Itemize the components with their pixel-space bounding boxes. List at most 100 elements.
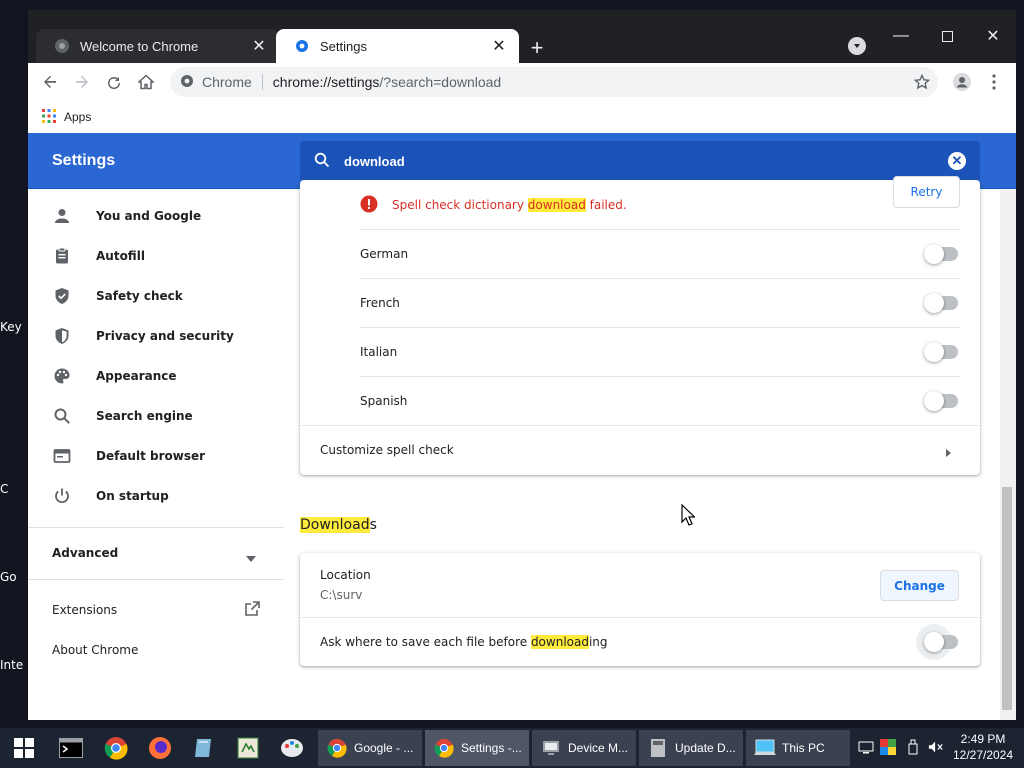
settings-search-input[interactable]: download ✕ (300, 141, 980, 181)
firefox-icon[interactable] (146, 734, 174, 762)
tab-settings[interactable]: Settings ✕ (276, 29, 519, 63)
sidebar-about-chrome[interactable]: About Chrome (52, 643, 138, 657)
settings-sidebar: You and Google Autofill Safety check Pri… (28, 190, 284, 720)
terminal-icon[interactable] (57, 734, 85, 762)
close-icon[interactable]: ✕ (489, 36, 509, 56)
taskbar-app-settings[interactable]: Settings -... (425, 730, 529, 766)
new-tab-button[interactable]: + (525, 35, 549, 60)
chrome-icon (326, 737, 348, 759)
tab-label: Welcome to Chrome (80, 38, 199, 54)
sidebar-item-privacy[interactable]: Privacy and security (52, 316, 272, 356)
italian-toggle[interactable] (924, 342, 958, 362)
sidebar-item-label: Search engine (96, 409, 193, 423)
windows-start-icon[interactable] (10, 734, 38, 762)
shield-icon (52, 326, 72, 346)
forward-arrow-icon[interactable] (70, 70, 94, 94)
url-host: chrome://settings (272, 74, 380, 90)
tab-welcome[interactable]: Welcome to Chrome ✕ (36, 29, 279, 63)
paint-app-icon[interactable] (278, 734, 306, 762)
more-menu-icon[interactable] (982, 70, 1006, 94)
taskbar-app-label: This PC (782, 741, 825, 755)
spellcheck-error-row: Spell check dictionary download failed. … (300, 176, 980, 220)
sidebar-item-appearance[interactable]: Appearance (52, 356, 272, 396)
mouse-cursor-icon (681, 503, 696, 529)
sidebar-item-default-browser[interactable]: Default browser (52, 436, 272, 476)
sidebar-item-safety-check[interactable]: Safety check (52, 276, 272, 316)
settings-main: Spell check dictionary download failed. … (284, 176, 1016, 720)
person-icon (52, 206, 72, 226)
window-close-icon[interactable]: ✕ (978, 26, 1008, 46)
home-icon[interactable] (134, 70, 158, 94)
taskbar-app-label: Update D... (675, 741, 736, 755)
address-bar[interactable]: Chrome chrome://settings/?search=downloa… (170, 67, 938, 97)
toggle-knob (924, 293, 944, 313)
apps-bookmark[interactable]: Apps (64, 110, 91, 124)
taskbar-clock[interactable]: 2:49 PM 12/27/2024 (950, 731, 1016, 763)
chrome-icon[interactable] (102, 734, 130, 762)
site-info-icon[interactable] (180, 74, 194, 91)
tab-search-icon[interactable] (848, 37, 866, 55)
sidebar-item-label: Default browser (96, 449, 206, 463)
clear-search-icon[interactable]: ✕ (948, 152, 966, 170)
usb-icon[interactable] (905, 738, 921, 756)
bookmarks-bar: Apps (28, 101, 1016, 133)
page-scrollbar[interactable] (1000, 190, 1016, 720)
update-icon (647, 737, 669, 759)
editor-app-icon[interactable] (234, 734, 262, 762)
taskbar-app-device-manager[interactable]: Device M... (532, 730, 636, 766)
taskbar-app-update-drivers[interactable]: Update D... (639, 730, 743, 766)
sidebar-item-autofill[interactable]: Autofill (52, 236, 272, 276)
ask-where-to-save-label: Ask where to save each file before downl… (320, 635, 608, 649)
tab-label: Settings (320, 38, 367, 54)
bookmark-star-icon[interactable] (910, 70, 934, 94)
language-row-italian: Italian (300, 328, 980, 376)
ask-where-to-save-toggle[interactable] (924, 632, 958, 652)
power-icon (52, 486, 72, 506)
taskbar-app-this-pc[interactable]: This PC (746, 730, 850, 766)
browser-toolbar: Chrome chrome://settings/?search=downloa… (28, 63, 1016, 101)
location-row: Location C:\surv Change (300, 553, 980, 617)
language-label: Italian (360, 345, 398, 359)
language-row-french: French (300, 279, 980, 327)
french-toggle[interactable] (924, 293, 958, 313)
open-in-new-icon[interactable] (244, 601, 260, 620)
settings-gear-icon (294, 38, 310, 54)
sidebar-item-search-engine[interactable]: Search engine (52, 396, 272, 436)
sidebar-divider (28, 579, 284, 580)
location-value: C:\surv (320, 588, 363, 602)
sidebar-item-label: Autofill (96, 249, 145, 263)
minimize-icon[interactable]: — (886, 26, 916, 46)
clock-time: 2:49 PM (960, 732, 1006, 746)
spanish-toggle[interactable] (924, 391, 958, 411)
close-icon[interactable]: ✕ (249, 36, 269, 56)
downloads-card: Location C:\surv Change Ask where to sav… (300, 553, 980, 666)
volume-muted-icon[interactable] (928, 738, 944, 756)
change-location-button[interactable]: Change (880, 570, 959, 601)
customize-spellcheck-label: Customize spell check (320, 443, 454, 457)
maximize-icon[interactable] (932, 26, 962, 46)
sidebar-item-you-and-google[interactable]: You and Google (52, 196, 272, 236)
network-icon[interactable] (858, 738, 874, 756)
apps-grid-icon[interactable] (42, 108, 56, 126)
profile-avatar-icon[interactable] (950, 70, 974, 94)
retry-button[interactable]: Retry (893, 176, 960, 208)
toggle-knob (924, 244, 944, 264)
palette-icon (52, 366, 72, 386)
language-label: French (360, 296, 400, 310)
sidebar-extensions[interactable]: Extensions (52, 603, 117, 617)
scrollbar-thumb[interactable] (1002, 487, 1012, 710)
notes-app-icon[interactable] (190, 734, 218, 762)
color-app-tray-icon[interactable] (880, 738, 896, 756)
german-toggle[interactable] (924, 244, 958, 264)
sidebar-item-on-startup[interactable]: On startup (52, 476, 272, 516)
customize-spellcheck-row[interactable]: Customize spell check (300, 426, 980, 474)
sidebar-advanced[interactable]: Advanced (52, 546, 118, 560)
ask-text-end: ing (588, 635, 608, 649)
taskbar-app-google[interactable]: Google - ... (318, 730, 422, 766)
chevron-down-icon[interactable] (246, 550, 256, 565)
reload-icon[interactable] (102, 70, 126, 94)
language-label: Spanish (360, 394, 408, 408)
back-arrow-icon[interactable] (38, 70, 62, 94)
sidebar-item-label: Safety check (96, 289, 183, 303)
page-title: Settings (52, 152, 116, 169)
